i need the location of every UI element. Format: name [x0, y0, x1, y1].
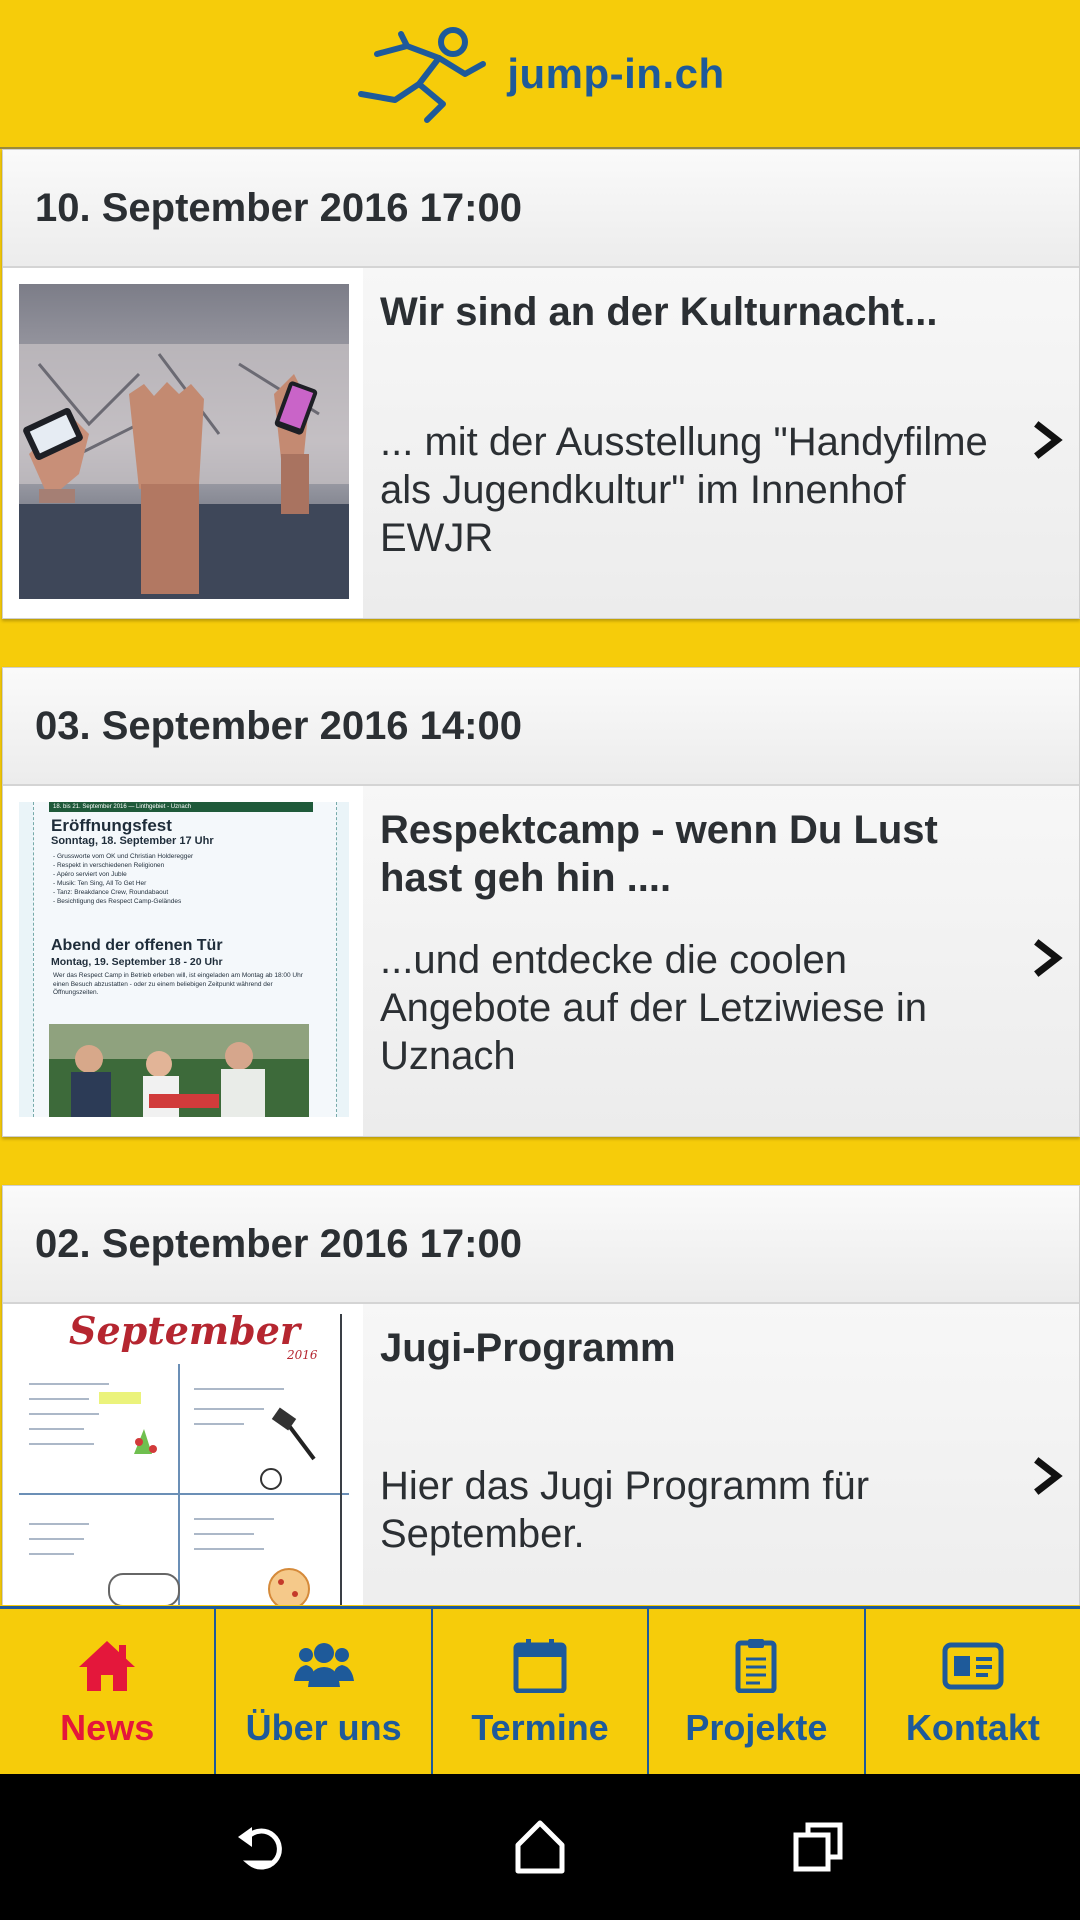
- poster-heading: Abend der offenen Tür: [51, 937, 223, 954]
- tab-label: News: [60, 1707, 155, 1748]
- poster-list-item: - Respekt in verschiedenen Religionen: [53, 862, 165, 869]
- news-thumbnail-image: September 2016: [19, 1314, 349, 1605]
- news-date: 02. September 2016 17:00: [3, 1186, 1079, 1304]
- poster-list-item: - Grussworte vom OK und Christian Holder…: [53, 853, 194, 860]
- recents-icon[interactable]: [788, 1817, 848, 1877]
- tab-termine[interactable]: Termine: [433, 1609, 650, 1777]
- news-teaser: ... mit der Ausstellung "Handyfilme als …: [380, 420, 988, 560]
- running-man-icon: [358, 26, 487, 123]
- app-title: jump-in.ch: [507, 49, 725, 97]
- back-icon[interactable]: [232, 1817, 292, 1877]
- news-card[interactable]: 02. September 2016 17:00 September 2016: [2, 1185, 1080, 1605]
- news-card[interactable]: 10. September 2016 17:00 Wir sind an der…: [2, 149, 1080, 619]
- system-nav-bar: [0, 1774, 1080, 1920]
- calendar-icon: [513, 1639, 567, 1693]
- home-nav-icon[interactable]: [510, 1817, 570, 1877]
- poster-heading: Eröffnungsfest: [51, 816, 172, 835]
- news-title: Respektcamp - wenn Du Lust hast geh hin …: [380, 808, 938, 900]
- home-icon: [79, 1641, 136, 1691]
- news-feed[interactable]: 10. September 2016 17:00 Wir sind an der…: [0, 149, 1080, 1605]
- news-date: 03. September 2016 14:00: [3, 668, 1079, 786]
- news-card[interactable]: 03. September 2016 14:00 18. bis 21. Sep…: [2, 667, 1080, 1137]
- contact-card-icon: [942, 1642, 1004, 1690]
- app-header: jump-in.ch: [0, 0, 1080, 149]
- tab-label: Über uns: [245, 1707, 402, 1748]
- news-thumbnail-frame: 18. bis 21. September 2016 — Linthgebiet…: [3, 786, 363, 1136]
- news-date: 10. September 2016 17:00: [3, 150, 1079, 268]
- clipboard-icon: [735, 1639, 777, 1693]
- tab-ueber-uns[interactable]: Über uns: [216, 1609, 433, 1777]
- news-teaser: ...und entdecke die coolen Angebote auf …: [380, 938, 928, 1078]
- news-thumbnail-frame: [3, 268, 363, 618]
- chevron-right-icon[interactable]: [1031, 938, 1065, 978]
- bottom-tab-bar: News Über uns Termine Projekte Kontakt: [0, 1606, 1080, 1777]
- news-teaser: Hier das Jugi Programm für September.: [380, 1464, 870, 1556]
- news-thumbnail-frame: September 2016: [3, 1304, 363, 1605]
- poster-list-item: - Apéro serviert von Juble: [53, 871, 127, 878]
- news-title: Wir sind an der Kulturnacht...: [380, 290, 938, 334]
- users-icon: [293, 1643, 354, 1687]
- tab-projekte[interactable]: Projekte: [649, 1609, 866, 1777]
- tab-kontakt[interactable]: Kontakt: [866, 1609, 1080, 1777]
- poster-list-item: - Musik: Ten Sing, All To Get Her: [53, 880, 147, 887]
- news-body[interactable]: September 2016 Jugi-Programm Hier das Ju…: [3, 1304, 1079, 1605]
- poster-subheading: Montag, 19. September 18 - 20 Uhr: [51, 956, 223, 968]
- news-thumbnail-image: [19, 284, 349, 599]
- chevron-right-icon[interactable]: [1031, 1456, 1065, 1496]
- tab-label: Projekte: [685, 1707, 828, 1748]
- poster-banner: 18. bis 21. September 2016 — Linthgebiet…: [49, 802, 313, 812]
- tab-label: Kontakt: [905, 1707, 1040, 1748]
- poster-paragraph: Wer das Respect Camp in Betrieb erleben …: [53, 972, 303, 996]
- tab-news[interactable]: News: [0, 1609, 217, 1777]
- poster-sketches: [19, 1314, 349, 1605]
- chevron-right-icon[interactable]: [1031, 420, 1065, 460]
- tab-label: Termine: [471, 1707, 609, 1748]
- poster-list: - Grussworte vom OK und Christian Holder…: [53, 852, 303, 906]
- poster-list-item: - Besichtigung des Respect Camp-Geländes: [53, 898, 182, 905]
- news-body[interactable]: Wir sind an der Kulturnacht... ... mit d…: [3, 268, 1079, 618]
- poster-list-item: - Tanz: Breakdance Crew, Roundabaout: [53, 889, 169, 896]
- news-thumbnail-image: 18. bis 21. September 2016 — Linthgebiet…: [19, 802, 349, 1117]
- news-title: Jugi-Programm: [380, 1326, 676, 1370]
- news-body[interactable]: 18. bis 21. September 2016 — Linthgebiet…: [3, 786, 1079, 1136]
- poster-subheading: Sonntag, 18. September 17 Uhr: [51, 835, 214, 847]
- poster-photo: [49, 1024, 309, 1117]
